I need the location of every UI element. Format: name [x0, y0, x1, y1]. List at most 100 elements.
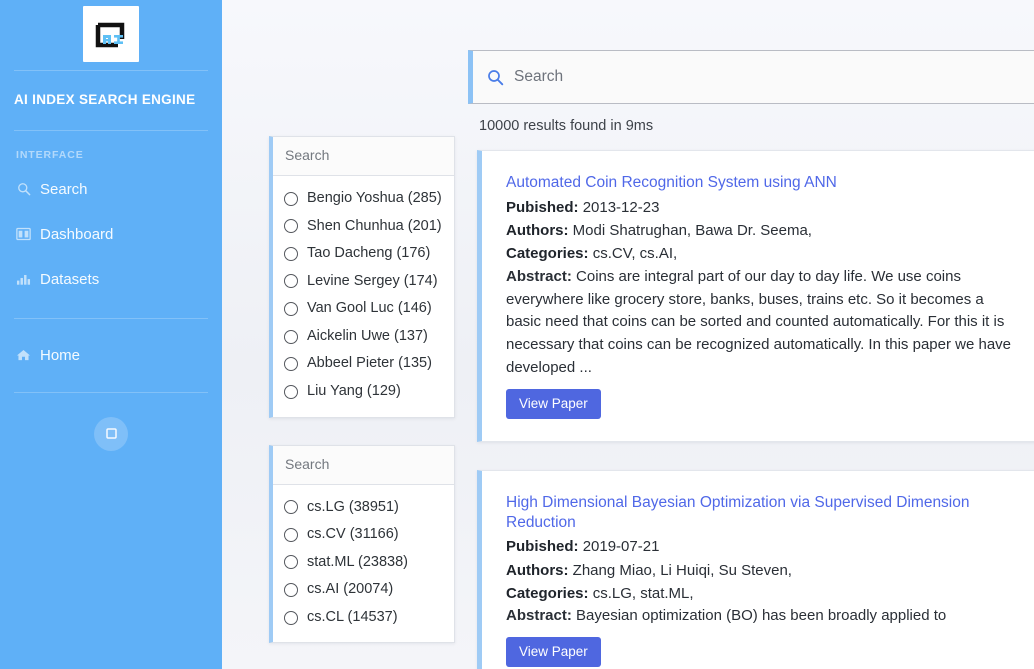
facet-option-label: Tao Dacheng (176): [307, 245, 431, 262]
sidebar-item-dashboard[interactable]: Dashboard: [0, 216, 222, 253]
result-title-link[interactable]: High Dimensional Bayesian Optimization v…: [506, 493, 1017, 533]
published-value: 2013-12-23: [582, 198, 660, 216]
radio-icon[interactable]: [284, 610, 298, 625]
facet-option[interactable]: Bengio Yoshua (285): [273, 185, 454, 213]
result-abstract-line: Abstract: Bayesian optimization (BO) has…: [506, 605, 1017, 628]
dashboard-icon: [16, 227, 31, 242]
ai-bracket-logo-icon: [83, 6, 139, 62]
facet-option-label: Liu Yang (129): [307, 382, 401, 399]
authors-facet-list: Bengio Yoshua (285) Shen Chunhua (201) T…: [273, 176, 454, 417]
published-value: 2019-07-21: [582, 538, 660, 556]
results-count: 10000 results found in 9ms: [479, 118, 654, 134]
sidebar-item-label-search: Search: [40, 180, 88, 198]
categories-facet-card: cs.LG (38951) cs.CV (31166) stat.ML (238…: [269, 444, 455, 644]
brand-logo-container: [0, 0, 222, 70]
radio-icon[interactable]: [284, 500, 298, 515]
facet-option[interactable]: cs.CL (14537): [273, 604, 454, 632]
categories-facet-list: cs.LG (38951) cs.CV (31166) stat.ML (238…: [273, 485, 454, 643]
result-card: High Dimensional Bayesian Optimization v…: [477, 469, 1034, 669]
sidebar-collapse-toggle-button[interactable]: [94, 416, 128, 451]
search-icon: [16, 182, 31, 197]
authors-facet-search-input[interactable]: [285, 147, 442, 163]
app-root: AI INDEX SEARCH ENGINE INTERFACE Search …: [0, 0, 1034, 669]
facet-option[interactable]: Aickelin Uwe (137): [273, 323, 454, 351]
sidebar-item-label-datasets: Datasets: [40, 270, 100, 288]
facet-sidebar: Bengio Yoshua (285) Shen Chunhua (201) T…: [269, 118, 455, 669]
facet-option-label: cs.AI (20074): [307, 581, 394, 598]
result-categories-line: Categories: cs.LG, stat.ML,: [506, 582, 1017, 605]
facet-option[interactable]: Liu Yang (129): [273, 378, 454, 406]
result-title-link[interactable]: Automated Coin Recognition System using …: [506, 173, 1017, 193]
radio-icon[interactable]: [284, 329, 298, 344]
result-published-line: Pubished: 2013-12-23: [506, 196, 1017, 219]
abstract-label: Abstract:: [506, 267, 572, 285]
categories-facet-search-input[interactable]: [285, 455, 442, 472]
sidebar-item-datasets[interactable]: Datasets: [0, 261, 222, 298]
abstract-value: Bayesian optimization (BO) has been broa…: [576, 607, 947, 625]
facet-option[interactable]: Abbeel Pieter (135): [273, 350, 454, 378]
sidebar-item-label-home: Home: [40, 346, 81, 364]
radio-icon[interactable]: [284, 582, 298, 597]
radio-icon[interactable]: [284, 246, 298, 261]
facet-option-label: Bengio Yoshua (285): [307, 190, 442, 206]
facet-option[interactable]: stat.ML (23838): [273, 549, 454, 577]
sidebar-item-home[interactable]: Home: [0, 337, 222, 374]
authors-label: Authors:: [506, 222, 569, 240]
facet-option-label: stat.ML (23838): [307, 553, 409, 570]
categories-label: Categories:: [506, 245, 589, 263]
abstract-label: Abstract:: [506, 607, 572, 625]
sidebar-item-search[interactable]: Search: [0, 171, 222, 208]
sidebar-item-label-dashboard: Dashboard: [40, 225, 114, 243]
categories-label: Categories:: [506, 584, 589, 602]
published-label: Pubished:: [506, 538, 579, 556]
authors-label: Authors:: [506, 561, 569, 579]
categories-facet-search[interactable]: [273, 445, 454, 485]
results-column: 10000 results found in 9ms Automated Coi…: [477, 118, 1034, 669]
facet-option-label: Levine Sergey (174): [307, 272, 438, 289]
radio-icon[interactable]: [284, 219, 298, 234]
radio-icon[interactable]: [284, 302, 298, 317]
facet-option[interactable]: cs.CV (31166): [273, 521, 454, 549]
abstract-value: Coins are integral part of our day to da…: [506, 267, 1012, 377]
facet-option[interactable]: Tao Dacheng (176): [273, 240, 454, 268]
view-paper-button[interactable]: View Paper: [506, 637, 601, 667]
facet-option[interactable]: cs.AI (20074): [273, 576, 454, 604]
sidebar-divider-mid: [14, 317, 208, 319]
sidebar-section-heading: INTERFACE: [16, 148, 84, 161]
sidebar: AI INDEX SEARCH ENGINE INTERFACE Search …: [0, 0, 222, 669]
chart-bars-icon: [16, 272, 31, 287]
facet-option-label: cs.LG (38951): [307, 498, 399, 515]
facet-option[interactable]: Levine Sergey (174): [273, 268, 454, 296]
radio-icon[interactable]: [284, 357, 298, 372]
facet-option[interactable]: Shen Chunhua (201): [273, 213, 454, 241]
published-label: Pubished:: [506, 198, 579, 216]
facet-option-label: Abbeel Pieter (135): [307, 355, 432, 372]
facet-option-label: cs.CL (14537): [307, 608, 398, 625]
authors-facet-search[interactable]: [273, 137, 454, 176]
authors-value: Zhang Miao, Li Huiqi, Su Steven,: [572, 561, 792, 579]
radio-icon[interactable]: [284, 274, 298, 289]
square-toggle-icon: [104, 426, 119, 441]
radio-icon[interactable]: [284, 191, 298, 206]
result-categories-line: Categories: cs.CV, cs.AI,: [506, 242, 1017, 265]
search-icon: [487, 69, 504, 86]
facet-option[interactable]: cs.LG (38951): [273, 494, 454, 522]
categories-value: cs.CV, cs.AI,: [592, 245, 678, 263]
home-icon: [16, 348, 31, 363]
radio-icon[interactable]: [284, 555, 298, 570]
sidebar-toggle-container: [0, 393, 222, 451]
result-authors-line: Authors: Zhang Miao, Li Huiqi, Su Steven…: [506, 559, 1017, 582]
search-input[interactable]: [514, 68, 1025, 86]
facet-option[interactable]: Van Gool Luc (146): [273, 295, 454, 323]
radio-icon[interactable]: [284, 384, 298, 399]
view-paper-button[interactable]: View Paper: [506, 389, 601, 419]
facet-option-label: Aickelin Uwe (137): [307, 327, 428, 344]
brand-title: AI INDEX SEARCH ENGINE: [14, 92, 196, 107]
result-authors-line: Authors: Modi Shatrughan, Bawa Dr. Seema…: [506, 219, 1017, 242]
facet-option-label: Shen Chunhua (201): [307, 217, 442, 234]
result-abstract-line: Abstract: Coins are integral part of our…: [506, 266, 1017, 381]
result-published-line: Pubished: 2019-07-21: [506, 535, 1017, 558]
radio-icon[interactable]: [284, 527, 298, 542]
global-search-bar[interactable]: [468, 50, 1034, 104]
content-columns: Bengio Yoshua (285) Shen Chunhua (201) T…: [240, 118, 1034, 669]
